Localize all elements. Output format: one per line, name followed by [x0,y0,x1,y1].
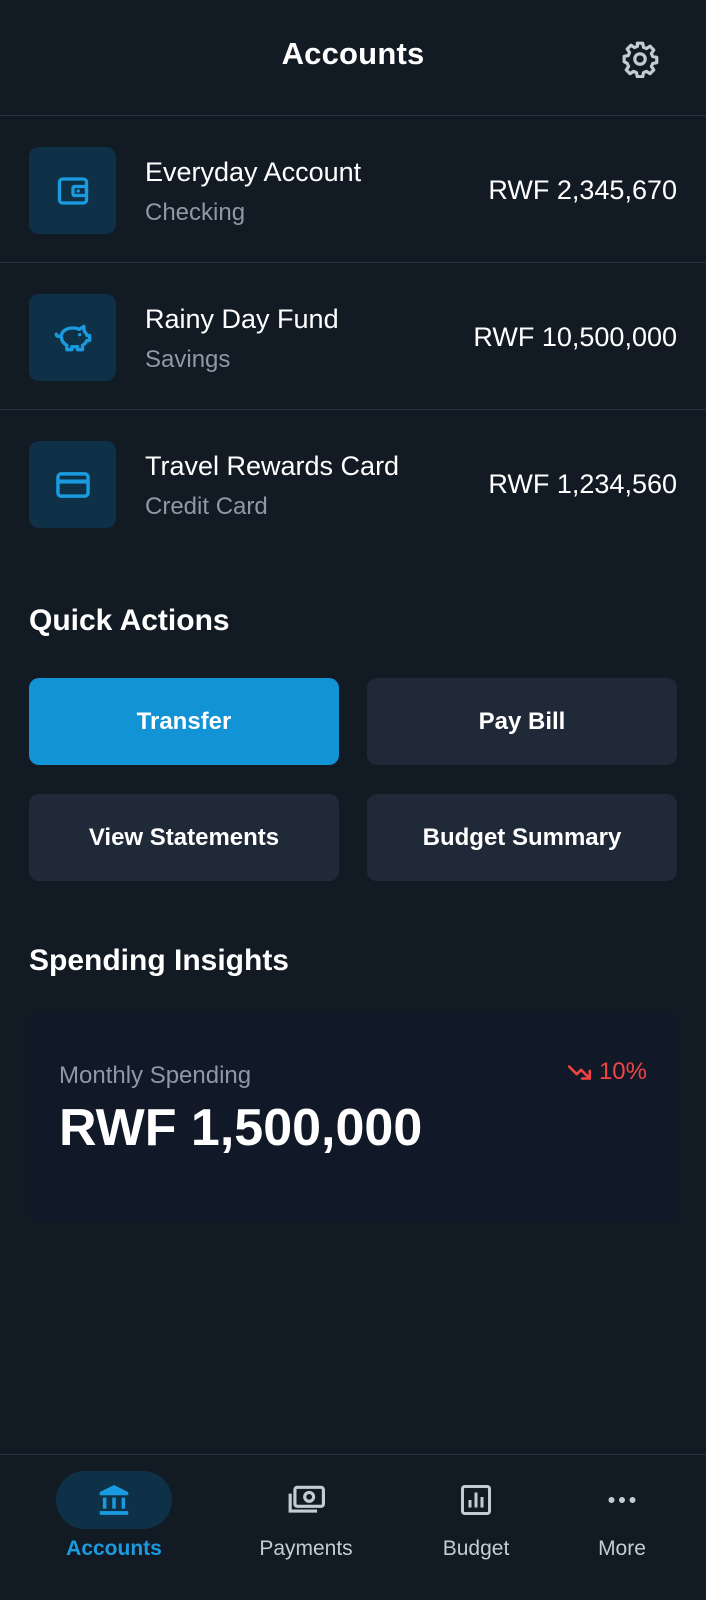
more-dots-icon [608,1497,636,1503]
nav-label: Accounts [66,1537,162,1560]
nav-item-more[interactable]: More [564,1455,680,1600]
nav-icon-wrap [564,1471,680,1529]
account-balance: RWF 10,500,000 [473,322,677,352]
account-type: Savings [145,346,231,373]
account-row-travel-rewards[interactable]: Travel Rewards Card Credit Card RWF 1,23… [0,411,706,557]
account-type: Credit Card [145,493,268,520]
trending-down-icon [567,1065,592,1080]
trend-value: 10% [598,1058,647,1085]
credit-card-icon [55,471,90,498]
settings-button[interactable] [617,36,663,82]
accounts-screen: Accounts Everyday Account Checking RWF 2… [0,0,706,1600]
nav-icon-wrap [248,1471,364,1529]
account-icon-tile [29,294,116,381]
nav-icon-wrap [418,1471,534,1529]
insight-amount: RWF 1,500,000 [59,1099,423,1157]
app-header: Accounts [0,0,706,116]
account-type: Checking [145,199,246,226]
spending-insights-title: Spending Insights [29,944,289,977]
quick-actions-title: Quick Actions [29,604,230,637]
nav-item-budget[interactable]: Budget [418,1455,534,1600]
nav-item-accounts[interactable]: Accounts [56,1455,172,1600]
account-row-everyday[interactable]: Everyday Account Checking RWF 2,345,670 [0,117,706,263]
budget-summary-button[interactable]: Budget Summary [367,794,677,881]
nav-label: More [598,1537,646,1560]
nav-label: Payments [259,1537,353,1560]
wallet-icon [57,176,88,205]
bar-chart-icon [461,1485,491,1515]
view-statements-button[interactable]: View Statements [29,794,339,881]
account-icon-tile [29,441,116,528]
insight-label: Monthly Spending [59,1062,252,1089]
pay-bill-button[interactable]: Pay Bill [367,678,677,765]
piggy-bank-icon [54,324,91,351]
transfer-button[interactable]: Transfer [29,678,339,765]
account-balance: RWF 1,234,560 [488,469,677,499]
account-row-rainy-day[interactable]: Rainy Day Fund Savings RWF 10,500,000 [0,264,706,410]
nav-active-pill [56,1471,172,1529]
nav-item-payments[interactable]: Payments [248,1455,364,1600]
bank-icon [99,1484,129,1515]
page-title: Accounts [281,36,425,71]
gear-icon [622,41,659,78]
nav-label: Budget [442,1537,510,1560]
trend-indicator: 10% [567,1058,647,1086]
account-name: Rainy Day Fund [145,304,339,334]
account-name: Travel Rewards Card [145,451,400,481]
bottom-navigation: Accounts Payments Budget More [0,1454,706,1600]
cash-icon [288,1485,325,1513]
account-icon-tile [29,147,116,234]
monthly-spending-card[interactable]: Monthly Spending RWF 1,500,000 10% [29,1012,677,1222]
account-balance: RWF 2,345,670 [488,175,677,205]
account-name: Everyday Account [145,157,362,187]
